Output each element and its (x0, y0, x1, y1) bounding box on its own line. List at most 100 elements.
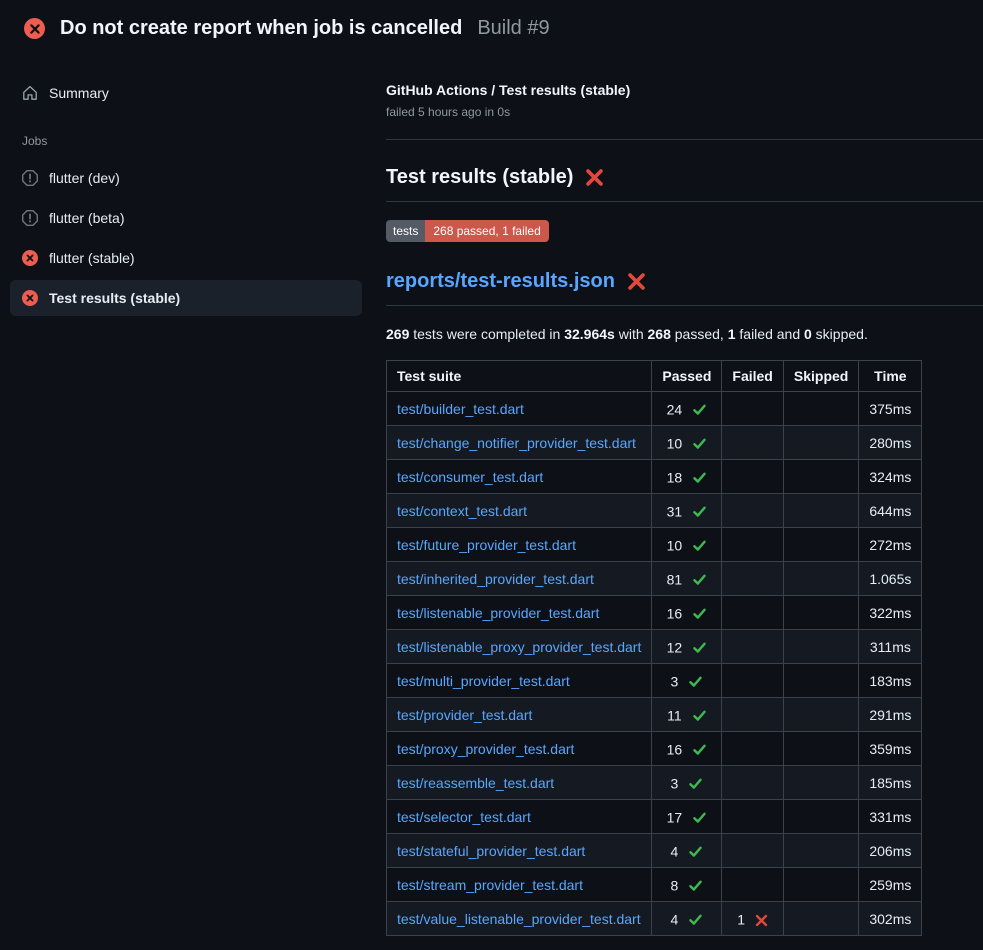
test-suite-link[interactable]: test/future_provider_test.dart (397, 537, 576, 553)
cell-skipped (783, 698, 858, 732)
test-suite-link[interactable]: test/listenable_proxy_provider_test.dart (397, 639, 641, 655)
cell-skipped (783, 800, 858, 834)
cell-passed: 16 (652, 596, 722, 630)
cell-time: 206ms (859, 834, 922, 868)
sidebar-item-label: flutter (dev) (49, 170, 120, 186)
cell-skipped (783, 528, 858, 562)
section-title-text: Test results (stable) (386, 166, 573, 189)
jobs-section-label: Jobs (22, 134, 362, 148)
page-title: Do not create report when job is cancell… (60, 17, 462, 40)
cancelled-icon (22, 170, 38, 186)
cell-failed (722, 460, 783, 494)
summary-skipped: 0 (804, 326, 812, 342)
test-suite-link[interactable]: test/stateful_provider_test.dart (397, 843, 585, 859)
cell-failed (722, 426, 783, 460)
check-icon (687, 605, 707, 622)
column-header-skipped: Skipped (783, 361, 858, 392)
cell-passed: 16 (652, 732, 722, 766)
cell-failed (722, 766, 783, 800)
cell-passed: 17 (652, 800, 722, 834)
test-suite-link[interactable]: test/stream_provider_test.dart (397, 877, 583, 893)
cell-skipped (783, 426, 858, 460)
cell-passed: 12 (652, 630, 722, 664)
check-run-header: Do not create report when job is cancell… (0, 0, 983, 49)
cell-skipped (783, 732, 858, 766)
table-row: test/context_test.dart31644ms (387, 494, 922, 528)
summary-text: with (615, 326, 648, 342)
cell-test-suite: test/stateful_provider_test.dart (387, 834, 652, 868)
cell-test-suite: test/listenable_proxy_provider_test.dart (387, 630, 652, 664)
cell-passed: 4 (652, 834, 722, 868)
failed-status-circle-icon (24, 18, 45, 39)
table-row: test/consumer_test.dart18324ms (387, 460, 922, 494)
summary-text: skipped. (812, 326, 868, 342)
failed-cross-icon (585, 168, 604, 187)
cell-time: 280ms (859, 426, 922, 460)
cell-test-suite: test/multi_provider_test.dart (387, 664, 652, 698)
test-suite-link[interactable]: test/selector_test.dart (397, 809, 531, 825)
report-file-link[interactable]: reports/test-results.json (386, 270, 615, 293)
run-status-line: failed 5 hours ago in 0s (386, 105, 983, 119)
cell-test-suite: test/consumer_test.dart (387, 460, 652, 494)
cell-skipped (783, 766, 858, 800)
home-icon (22, 85, 38, 101)
sidebar-item-job[interactable]: flutter (dev) (10, 160, 362, 196)
cell-test-suite: test/provider_test.dart (387, 698, 652, 732)
test-suite-link[interactable]: test/consumer_test.dart (397, 469, 543, 485)
sidebar-item-label: flutter (stable) (49, 250, 135, 266)
cell-time: 183ms (859, 664, 922, 698)
cell-time: 291ms (859, 698, 922, 732)
cell-skipped (783, 494, 858, 528)
test-suite-link[interactable]: test/builder_test.dart (397, 401, 524, 417)
check-icon (687, 741, 707, 758)
cell-test-suite: test/future_provider_test.dart (387, 528, 652, 562)
cell-failed (722, 630, 783, 664)
sidebar-item-job[interactable]: Test results (stable) (10, 280, 362, 316)
summary-text: tests were completed in (409, 326, 564, 342)
test-suite-link[interactable]: test/inherited_provider_test.dart (397, 571, 594, 587)
table-row: test/listenable_provider_test.dart16322m… (387, 596, 922, 630)
test-suite-link[interactable]: test/value_listenable_provider_test.dart (397, 911, 641, 927)
table-header-row: Test suite Passed Failed Skipped Time (387, 361, 922, 392)
cell-passed: 3 (652, 766, 722, 800)
column-header-passed: Passed (652, 361, 722, 392)
sidebar-item-summary[interactable]: Summary (10, 75, 362, 111)
table-row: test/change_notifier_provider_test.dart1… (387, 426, 922, 460)
cell-test-suite: test/context_test.dart (387, 494, 652, 528)
cell-skipped (783, 664, 858, 698)
test-suite-link[interactable]: test/provider_test.dart (397, 707, 532, 723)
table-row: test/stateful_provider_test.dart 4 206ms (387, 834, 922, 868)
tests-badge[interactable]: tests 268 passed, 1 failed (386, 220, 549, 242)
cell-passed: 24 (652, 392, 722, 426)
cell-skipped (783, 392, 858, 426)
cell-failed (722, 868, 783, 902)
cell-failed: 1 (722, 902, 783, 936)
summary-text: failed and (736, 326, 805, 342)
sidebar-item-label: Test results (stable) (49, 290, 180, 306)
test-suite-link[interactable]: test/context_test.dart (397, 503, 527, 519)
cell-passed: 4 (652, 902, 722, 936)
cell-time: 644ms (859, 494, 922, 528)
sidebar-item-job[interactable]: flutter (beta) (10, 200, 362, 236)
test-suite-link[interactable]: test/listenable_provider_test.dart (397, 605, 599, 621)
cell-failed (722, 698, 783, 732)
cell-test-suite: test/builder_test.dart (387, 392, 652, 426)
cell-failed (722, 800, 783, 834)
cell-test-suite: test/proxy_provider_test.dart (387, 732, 652, 766)
test-summary-sentence: 269 tests were completed in 32.964s with… (386, 326, 983, 342)
sidebar-item-job[interactable]: flutter (stable) (10, 240, 362, 276)
cell-skipped (783, 562, 858, 596)
table-row: test/proxy_provider_test.dart16359ms (387, 732, 922, 766)
check-icon (683, 911, 703, 928)
test-suite-link[interactable]: test/change_notifier_provider_test.dart (397, 435, 636, 451)
badge-label: tests (386, 220, 425, 242)
check-icon (687, 435, 707, 452)
breadcrumb: GitHub Actions / Test results (stable) (386, 82, 983, 98)
test-suite-link[interactable]: test/reassemble_test.dart (397, 775, 554, 791)
cell-skipped (783, 460, 858, 494)
cell-skipped (783, 596, 858, 630)
test-suite-link[interactable]: test/proxy_provider_test.dart (397, 741, 574, 757)
cell-time: 331ms (859, 800, 922, 834)
test-suite-link[interactable]: test/multi_provider_test.dart (397, 673, 570, 689)
cell-test-suite: test/value_listenable_provider_test.dart (387, 902, 652, 936)
